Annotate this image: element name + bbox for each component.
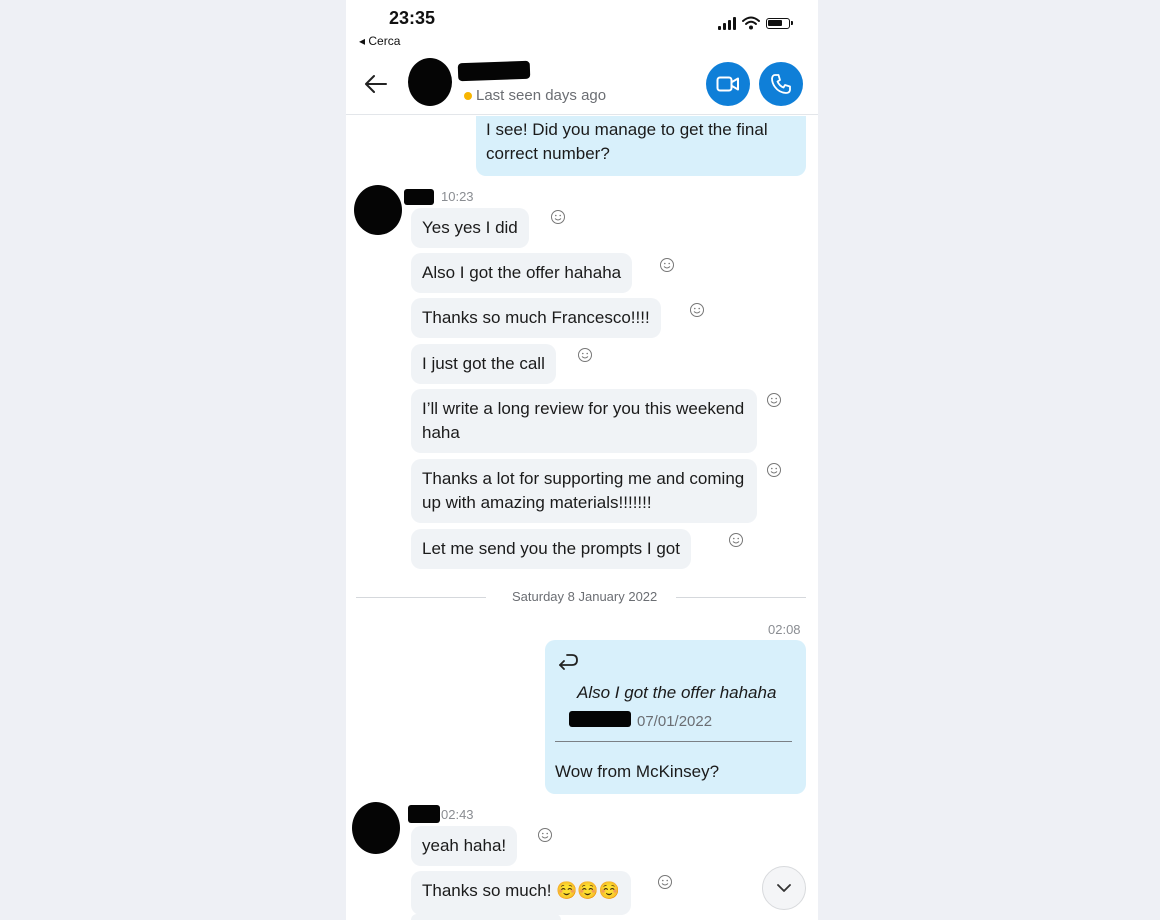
message-bubble-incoming[interactable]: Thanks so much Francesco!!!! [411,298,661,338]
message-text: Wow from McKinsey? [555,762,720,781]
status-time: 23:35 [389,8,436,28]
phone-call-icon [771,74,791,94]
message-bubble-outgoing[interactable]: I see! Did you manage to get the final c… [476,116,806,176]
message-text: yeah haha! [422,836,507,855]
contact-name-redacted [457,60,531,82]
message-bubble-incoming[interactable]: I’ll write a long review for you this we… [411,389,757,453]
quote-divider [555,741,792,742]
message-bubble-incoming[interactable]: I just got the call [411,344,556,384]
message-text: I just got the call [422,354,545,373]
emoji-react-icon[interactable] [659,257,675,273]
quoted-sender-redacted [569,711,631,727]
emoji-react-icon[interactable] [689,302,705,318]
signal-icon [718,16,736,30]
presence-dot-icon [464,91,472,100]
message-time: 10:23 [441,189,474,204]
presence-status: Last seen days ago [464,87,606,104]
message-time: 02:43 [441,807,474,822]
message-text: Let me send you the prompts I got [422,539,680,558]
message-bubble-incoming[interactable]: Let me send you the prompts I got [411,529,691,569]
presence-text: Last seen days ago [476,87,607,104]
sender-name-redacted [408,805,440,823]
video-call-button[interactable] [706,62,750,106]
emoji-react-icon[interactable] [766,392,782,408]
emoji-react-icon[interactable] [766,462,782,478]
message-bubble-outgoing-reply[interactable]: Also I got the offer hahaha 07/01/2022 W… [545,640,806,794]
message-text: I’ll write a long review for you this we… [422,399,745,442]
emoji-react-icon[interactable] [728,532,744,548]
chevron-down-icon [777,884,791,892]
quoted-message-date: 07/01/2022 [637,713,713,730]
emoji-react-icon[interactable] [537,827,553,843]
emoji-react-icon[interactable] [657,874,673,890]
phone-call-button[interactable] [759,62,803,106]
message-bubble-incoming[interactable]: Yes yes I did [411,208,529,248]
phone-screen: 23:35 ◂ Cerca Last seen days ago I see! … [346,0,818,920]
contact-avatar[interactable] [408,58,452,106]
message-bubble-incoming[interactable]: Thanks a lot for supporting me and comin… [411,459,757,523]
wifi-icon [742,16,760,30]
message-bubble-incoming[interactable]: Also I got the offer hahaha [411,253,633,293]
emoji-react-icon[interactable] [550,209,566,225]
back-to-app-link[interactable]: ◂ Cerca [359,34,400,48]
date-divider: Saturday 8 January 2022 [356,589,806,607]
message-text: Thanks so much! ☺️☺️☺️ [422,881,620,900]
chat-header: Last seen days ago [346,54,818,115]
back-arrow-icon[interactable] [362,70,390,98]
message-text: Also I got the offer hahaha [422,263,622,282]
date-divider-text: Saturday 8 January 2022 [512,589,658,604]
reply-icon [559,654,578,670]
sender-avatar[interactable] [354,185,402,235]
emoji-react-icon[interactable] [577,347,593,363]
quoted-message-text: Also I got the offer hahaha [577,683,777,702]
message-text: I see! Did you manage to get the final c… [486,120,768,163]
message-bubble-incoming[interactable]: Thanks so much! ☺️☺️☺️ [411,871,631,915]
message-bubble-incoming-partial [411,914,561,920]
message-bubble-incoming[interactable]: yeah haha! [411,826,518,866]
status-icons [718,16,793,30]
message-text: Yes yes I did [422,218,518,237]
scroll-to-bottom-button[interactable] [762,866,806,910]
sender-name-redacted [404,189,434,205]
battery-icon [766,17,793,29]
sender-avatar[interactable] [352,802,400,854]
video-call-icon [716,76,739,92]
message-time: 02:08 [768,622,801,637]
message-text: Thanks a lot for supporting me and comin… [422,469,745,512]
message-text: Thanks so much Francesco!!!! [422,308,650,327]
